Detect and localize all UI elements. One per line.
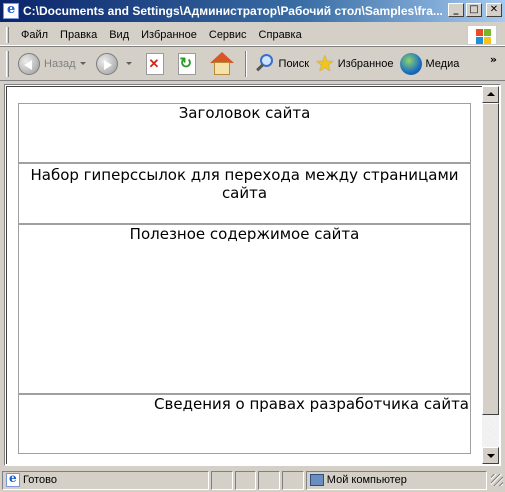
menu-file[interactable]: Файл [15, 29, 54, 41]
forward-button[interactable] [93, 50, 139, 78]
windows-logo-icon [467, 25, 497, 45]
back-dropdown-icon[interactable] [79, 62, 86, 65]
media-globe-icon [399, 52, 422, 75]
forward-arrow-icon [95, 52, 118, 75]
refresh-icon [177, 52, 196, 75]
browser-viewport: Заголовок сайта Набор гиперссылок для пе… [4, 84, 501, 466]
zone-text: Мой компьютер [326, 474, 407, 486]
menu-edit[interactable]: Правка [54, 29, 103, 41]
window-title: C:\Documents and Settings\Администратор\… [23, 4, 443, 18]
window-controls: _ □ ✕ [448, 3, 502, 17]
search-button[interactable]: Поиск [251, 50, 312, 78]
back-label: Назад [44, 57, 76, 70]
favorites-button[interactable]: ★ Избранное [312, 50, 396, 78]
toolbar-grip[interactable] [6, 50, 9, 77]
menu-bar: Файл Правка Вид Избранное Сервис Справка [0, 24, 505, 46]
site-header-text: Заголовок сайта [178, 104, 311, 122]
star-icon: ★ [315, 50, 335, 76]
status-pane-4 [282, 470, 304, 490]
vertical-scrollbar[interactable] [482, 86, 499, 464]
back-button[interactable]: Назад [15, 50, 93, 78]
minimize-button[interactable]: _ [448, 3, 464, 17]
site-main-frame: Полезное содержимое сайта [18, 224, 471, 394]
status-pane-1 [210, 470, 233, 490]
home-button[interactable] [203, 50, 241, 78]
resize-grip[interactable] [491, 474, 503, 486]
site-footer-text: Сведения о правах разработчика сайта [154, 395, 469, 413]
status-pane-3 [258, 470, 281, 490]
refresh-button[interactable] [171, 50, 203, 78]
toolbar-more-button[interactable]: » [490, 53, 497, 66]
forward-dropdown-icon[interactable] [125, 62, 132, 65]
site-header-frame: Заголовок сайта [18, 103, 471, 163]
home-icon [209, 51, 234, 76]
back-arrow-icon [18, 52, 40, 75]
menu-grip[interactable] [6, 26, 9, 43]
stop-button[interactable] [139, 50, 171, 78]
title-bar[interactable]: C:\Documents and Settings\Администратор\… [0, 0, 505, 22]
scroll-thumb[interactable] [482, 103, 499, 415]
maximize-button[interactable]: □ [466, 3, 482, 17]
site-nav-text: Набор гиперссылок для перехода между стр… [30, 166, 459, 202]
scroll-up-button[interactable] [482, 86, 499, 103]
site-main-text: Полезное содержимое сайта [129, 225, 360, 243]
page-content: Заголовок сайта Набор гиперссылок для пе… [6, 86, 482, 464]
zone-cell: Мой компьютер [305, 470, 488, 490]
status-text-cell: Готово [2, 470, 209, 490]
ie-icon[interactable] [3, 2, 19, 19]
search-icon [254, 53, 276, 75]
toolbar: Назад Поиск ★ Избранное Медиа » [0, 47, 505, 81]
menu-view[interactable]: Вид [103, 29, 135, 41]
media-button[interactable]: Медиа [397, 50, 463, 78]
close-button[interactable]: ✕ [486, 3, 502, 17]
site-nav-frame: Набор гиперссылок для перехода между стр… [18, 163, 471, 224]
toolbar-separator [244, 50, 247, 77]
scroll-down-button[interactable] [482, 447, 499, 464]
search-label: Поиск [278, 57, 310, 70]
media-label: Медиа [425, 57, 460, 70]
stop-icon [145, 52, 164, 75]
page-status-icon [6, 471, 20, 487]
menu-tools[interactable]: Сервис [203, 29, 253, 41]
menu-favorites[interactable]: Избранное [135, 29, 203, 41]
site-footer-frame: Сведения о правах разработчика сайта [18, 394, 471, 454]
status-pane-2 [234, 470, 257, 490]
status-text: Готово [23, 474, 57, 486]
favorites-label: Избранное [337, 57, 394, 70]
status-bar: Готово Мой компьютер [0, 468, 505, 492]
computer-icon [309, 474, 324, 486]
menu-help[interactable]: Справка [253, 29, 308, 41]
